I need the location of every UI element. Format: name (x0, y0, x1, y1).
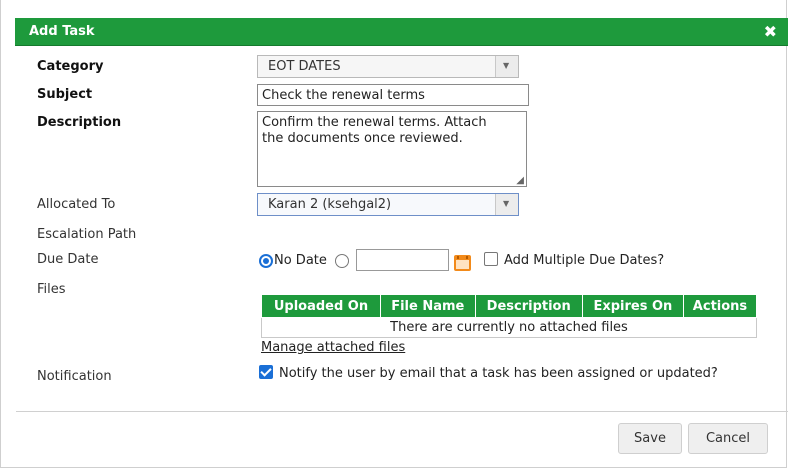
calendar-icon[interactable] (454, 255, 471, 271)
empty-files-message: There are currently no attached files (261, 317, 757, 338)
dialog-header: Add Task ✖ (15, 18, 788, 46)
due-date-label: Due Date (37, 252, 99, 267)
subject-value: Check the renewal terms (262, 88, 425, 103)
footer-divider (16, 411, 788, 412)
column-header-file-name[interactable]: File Name (379, 294, 476, 318)
escalation-path-label: Escalation Path (37, 227, 137, 242)
category-select[interactable]: EOT DATES ▼ (257, 55, 519, 78)
subject-input[interactable]: Check the renewal terms (257, 84, 529, 106)
description-textarea[interactable]: Confirm the renewal terms. Attach the do… (257, 111, 527, 187)
cancel-button[interactable]: Cancel (688, 423, 768, 454)
files-label: Files (37, 282, 66, 297)
table-row: There are currently no attached files (261, 317, 757, 338)
category-value: EOT DATES (268, 59, 341, 74)
column-header-expires-on[interactable]: Expires On (581, 294, 684, 318)
allocated-to-label: Allocated To (37, 197, 116, 212)
notify-user-checkbox[interactable] (259, 365, 273, 379)
dialog: Add Task ✖ Category EOT DATES ▼ Subject … (0, 0, 788, 468)
notification-label: Notification (37, 369, 112, 384)
multiple-due-dates-label: Add Multiple Due Dates? (504, 253, 665, 268)
subject-label: Subject (37, 87, 93, 102)
allocated-to-select[interactable]: Karan 2 (ksehgal2) ▼ (257, 193, 519, 216)
notify-user-label: Notify the user by email that a task has… (279, 366, 718, 381)
files-table-header-row: Uploaded On File Name Description Expire… (261, 294, 758, 318)
chevron-down-icon[interactable]: ▼ (495, 56, 518, 77)
column-header-actions[interactable]: Actions (682, 294, 758, 318)
manage-attached-files-link[interactable]: Manage attached files (261, 340, 405, 355)
due-date-radio[interactable] (335, 254, 349, 268)
save-button[interactable]: Save (618, 423, 682, 454)
resize-handle-icon[interactable]: ◢ (516, 175, 524, 186)
chevron-down-icon[interactable]: ▼ (495, 194, 518, 215)
description-value: Confirm the renewal terms. Attach the do… (262, 115, 487, 146)
column-header-description[interactable]: Description (474, 294, 583, 318)
column-header-uploaded-on[interactable]: Uploaded On (261, 294, 381, 318)
no-date-label: No Date (274, 253, 327, 268)
due-date-input[interactable] (356, 249, 449, 271)
description-label: Description (37, 115, 122, 130)
close-icon[interactable]: ✖ (764, 22, 777, 41)
files-table: Uploaded On File Name Description Expire… (261, 294, 758, 338)
allocated-to-value: Karan 2 (ksehgal2) (268, 197, 392, 212)
multiple-due-dates-checkbox[interactable] (484, 252, 498, 266)
category-label: Category (37, 59, 104, 74)
no-date-radio[interactable] (259, 254, 273, 268)
dialog-title: Add Task (29, 24, 95, 39)
